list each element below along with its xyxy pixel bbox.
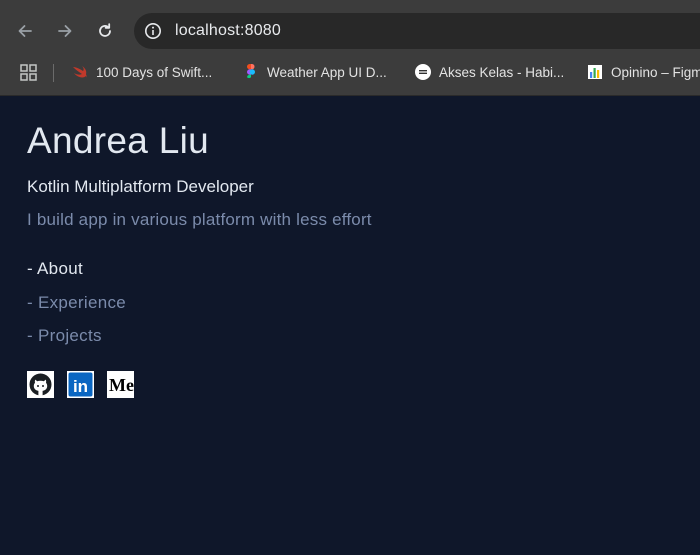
bookmark-100-days-of-swift[interactable]: 100 Days of Swift... xyxy=(72,62,212,82)
bookmark-label: 100 Days of Swift... xyxy=(96,64,213,80)
browser-chrome: localhost:8080 100 Days of Swift... Weat… xyxy=(0,0,700,96)
site-info-icon[interactable] xyxy=(143,21,163,41)
bookmark-weather-app-ui[interactable]: Weather App UI D... xyxy=(243,62,387,82)
bookmark-opinino-figma[interactable]: Opinino – Figm xyxy=(587,62,700,82)
medium-logo-text: Me xyxy=(109,375,134,395)
bookmarks-divider xyxy=(53,64,54,82)
portfolio-page: Andrea Liu Kotlin Multiplatform Develope… xyxy=(0,96,700,555)
apps-grid-icon[interactable] xyxy=(20,64,37,81)
bookmarks-bar: 100 Days of Swift... Weather App UI D...… xyxy=(0,58,700,86)
figma-icon xyxy=(243,64,259,80)
address-bar-url[interactable]: localhost:8080 xyxy=(175,22,281,40)
habit-icon xyxy=(415,64,431,80)
back-arrow-icon[interactable] xyxy=(13,19,37,43)
bookmark-label: Akses Kelas - Habi... xyxy=(439,64,565,80)
linkedin-logo-text: in xyxy=(73,377,88,396)
profile-name: Andrea Liu xyxy=(27,120,209,161)
swift-icon xyxy=(72,64,88,80)
nav-link-about[interactable]: - About xyxy=(27,259,83,279)
bookmark-label: Opinino – Figm xyxy=(611,64,700,80)
browser-toolbar: localhost:8080 xyxy=(0,7,700,55)
profile-role: Kotlin Multiplatform Developer xyxy=(27,177,254,196)
profile-tagline: I build app in various platform with les… xyxy=(27,210,372,229)
address-bar[interactable]: localhost:8080 xyxy=(134,13,700,49)
linkedin-icon[interactable]: in xyxy=(67,371,94,398)
medium-icon[interactable]: Me xyxy=(107,371,134,398)
github-icon[interactable] xyxy=(27,371,54,398)
chart-bars-icon xyxy=(587,64,603,80)
bookmark-label: Weather App UI D... xyxy=(267,64,387,80)
nav-link-projects[interactable]: - Projects xyxy=(27,326,102,346)
reload-icon[interactable] xyxy=(93,19,117,43)
nav-link-experience[interactable]: - Experience xyxy=(27,293,126,313)
bookmark-akses-kelas[interactable]: Akses Kelas - Habi... xyxy=(415,62,564,82)
forward-arrow-icon[interactable] xyxy=(53,19,77,43)
